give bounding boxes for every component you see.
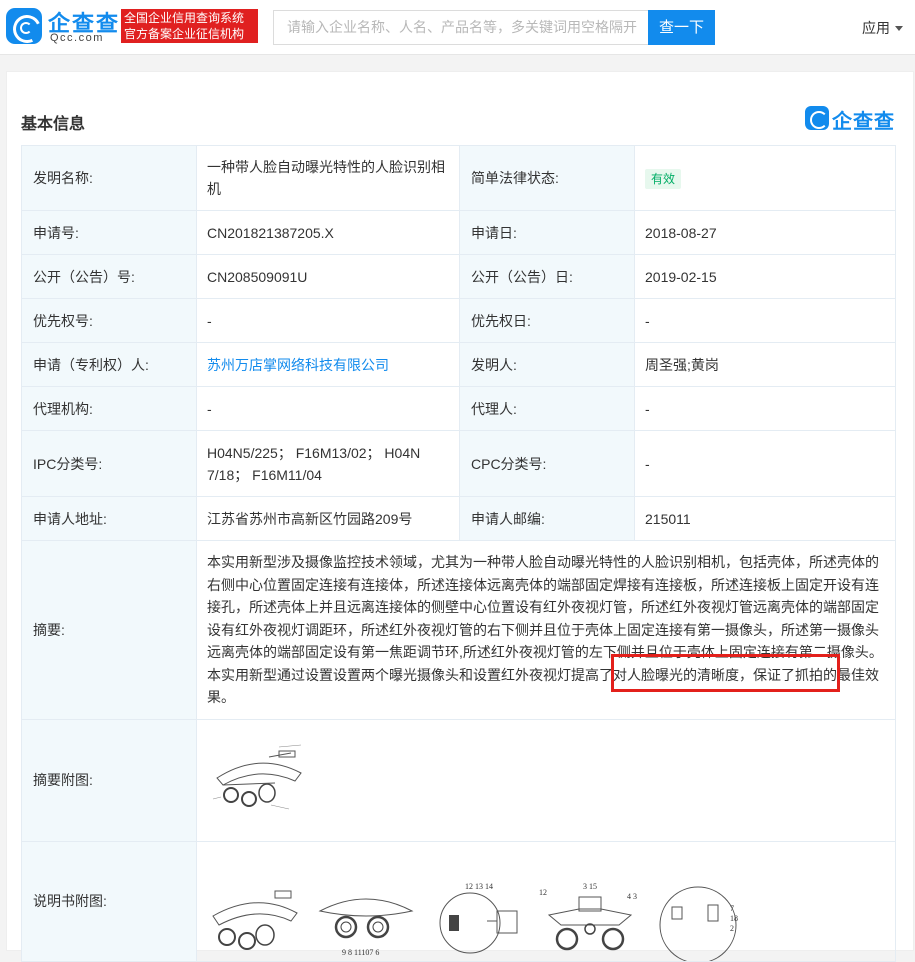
table-row: 发明名称: 一种带人脸自动曝光特性的人脸识别相 机 简单法律状态: 有效 <box>21 145 896 211</box>
postcode-value: 215011 <box>634 496 896 541</box>
search-button[interactable]: 查一下 <box>648 10 715 45</box>
pub-no-value: CN208509091U <box>196 254 460 299</box>
logo-domain: Qcc.com <box>50 32 104 44</box>
app-date-value: 2018-08-27 <box>634 210 896 255</box>
priority-date-label: 优先权日: <box>459 298 635 343</box>
slogan-badge: 全国企业信用查询系统 官方备案企业征信机构 <box>121 9 258 43</box>
patent-info-table: 发明名称: 一种带人脸自动曝光特性的人脸识别相 机 简单法律状态: 有效 申请号… <box>21 145 896 962</box>
abstract-figure-label: 摘要附图: <box>21 718 197 842</box>
table-row: IPC分类号: H04N5/225； F16M13/02； H04N 7/18；… <box>21 430 896 497</box>
agent-label: 代理人: <box>459 386 635 431</box>
svg-text:7: 7 <box>730 904 734 913</box>
table-row: 公开（公告）号: CN208509091U 公开（公告）日: 2019-02-1… <box>21 254 896 299</box>
abstract-line: 设有红外夜视灯调距环，所述红外夜视灯管的右下侧并且位于壳体上固定连接有第一摄像头… <box>207 621 879 638</box>
priority-date-value: - <box>634 298 896 343</box>
table-row: 申请（专利权）人: 苏州万店掌网络科技有限公司 发明人: 周圣强;黄岗 <box>21 342 896 387</box>
apps-menu[interactable]: 应用 <box>862 18 903 38</box>
priority-no-label: 优先权号: <box>21 298 197 343</box>
invention-name-value: 一种带人脸自动曝光特性的人脸识别相 机 <box>196 145 460 211</box>
table-row: 申请号: CN201821387205.X 申请日: 2018-08-27 <box>21 210 896 255</box>
cpc-value: - <box>634 430 896 497</box>
postcode-label: 申请人邮编: <box>459 496 635 541</box>
svg-text:3 15: 3 15 <box>583 882 597 891</box>
legal-status-label: 简单法律状态: <box>459 145 635 211</box>
cpc-label: CPC分类号: <box>459 430 635 497</box>
section-title: 基本信息 <box>21 116 86 133</box>
spec-figure-2[interactable]: 9 8 11107 6 <box>316 881 416 961</box>
slogan-line-1: 全国企业信用查询系统 <box>124 11 245 25</box>
qcc-logo-icon <box>6 8 42 44</box>
invention-name-label: 发明名称: <box>21 145 197 211</box>
svg-text:9 8 11107 6: 9 8 11107 6 <box>342 948 379 957</box>
abstract-label: 摘要: <box>21 540 197 720</box>
spec-figures-cell: 9 8 11107 6 12 13 14 3 15 12 4 3 7 18 2 <box>196 840 896 962</box>
highlight-annotation-box <box>611 654 840 692</box>
search-input[interactable]: 请输入企业名称、人名、产品名等，多关键词用空格隔开 <box>273 10 649 45</box>
svg-text:4 3: 4 3 <box>627 892 637 901</box>
spec-figure-3[interactable]: 12 13 14 <box>425 881 530 961</box>
spec-figure-4[interactable]: 3 15 12 4 3 <box>539 881 644 961</box>
abstract-figure-cell <box>196 718 896 842</box>
table-row: 摘要附图: <box>21 718 896 842</box>
priority-no-value: - <box>196 298 460 343</box>
svg-text:2: 2 <box>730 924 734 933</box>
address-label: 申请人地址: <box>21 496 197 541</box>
abstract-line: 右侧中心位置固定连接有连接体，所述连接体远离壳体的端部固定焊接有连接板，所述连接… <box>207 576 879 593</box>
svg-text:12: 12 <box>539 888 547 897</box>
qcc-logo-icon <box>805 106 829 130</box>
ipc-value: H04N5/225； F16M13/02； H04N 7/18； F16M11/… <box>196 430 460 497</box>
abstract-line: 本实用新型涉及摄像监控技术领域，尤其为一种带人脸自动曝光特性的人脸识别相机，包括… <box>207 554 879 570</box>
app-no-value: CN201821387205.X <box>196 210 460 255</box>
table-row: 申请人地址: 江苏省苏州市高新区竹园路209号 申请人邮编: 215011 <box>21 496 896 541</box>
spec-figure-1[interactable] <box>207 881 307 961</box>
pub-no-label: 公开（公告）号: <box>21 254 197 299</box>
address-value: 江苏省苏州市高新区竹园路209号 <box>196 496 460 541</box>
table-row: 摘要: 本实用新型涉及摄像监控技术领域，尤其为一种带人脸自动曝光特性的人脸识别相… <box>21 540 896 720</box>
app-no-label: 申请号: <box>21 210 197 255</box>
table-row: 代理机构: - 代理人: - <box>21 386 896 431</box>
slogan-line-2: 官方备案企业征信机构 <box>124 27 245 41</box>
applicant-label: 申请（专利权）人: <box>21 342 197 387</box>
spec-figure-5[interactable]: 7 18 2 <box>658 881 753 961</box>
spec-figure-label: 说明书附图: <box>21 840 197 962</box>
agent-value: - <box>634 386 896 431</box>
svg-text:12 13 14: 12 13 14 <box>465 882 493 891</box>
abstract-line: 接孔，所述壳体上并且远离连接体的侧壁中心位置设有红外夜视灯管，所述红外夜视灯管远… <box>207 599 879 615</box>
applicant-link[interactable]: 苏州万店掌网络科技有限公司 <box>207 357 389 373</box>
invention-name-line: 一种带人脸自动曝光特性的人脸识别相 <box>207 159 445 175</box>
ipc-line: H04N5/225； F16M13/02； H04N <box>207 444 421 461</box>
apps-label: 应用 <box>862 20 890 36</box>
pub-date-value: 2019-02-15 <box>634 254 896 299</box>
status-badge: 有效 <box>645 169 682 189</box>
pub-date-label: 公开（公告）日: <box>459 254 635 299</box>
abstract-text: 本实用新型涉及摄像监控技术领域，尤其为一种带人脸自动曝光特性的人脸识别相机，包括… <box>196 540 896 720</box>
abstract-figure-image[interactable] <box>209 743 309 818</box>
table-row: 说明书附图: 9 8 11107 6 12 13 14 3 15 12 4 3 … <box>21 840 896 962</box>
agency-label: 代理机构: <box>21 386 197 431</box>
site-logo[interactable]: 企查查 Qcc.com <box>6 8 118 46</box>
inventor-value: 周圣强;黄岗 <box>634 342 896 387</box>
chevron-down-icon <box>895 26 903 31</box>
ipc-line: 7/18； F16M11/04 <box>207 466 322 483</box>
brand-text: 企查查 <box>832 111 895 133</box>
top-bar: 企查查 Qcc.com 全国企业信用查询系统 官方备案企业征信机构 请输入企业名… <box>0 0 915 55</box>
invention-name-line: 机 <box>207 181 221 197</box>
table-row: 优先权号: - 优先权日: - <box>21 298 896 343</box>
inventor-label: 发明人: <box>459 342 635 387</box>
app-date-label: 申请日: <box>459 210 635 255</box>
svg-text:18: 18 <box>730 914 738 923</box>
ipc-label: IPC分类号: <box>21 430 197 497</box>
agency-value: - <box>196 386 460 431</box>
